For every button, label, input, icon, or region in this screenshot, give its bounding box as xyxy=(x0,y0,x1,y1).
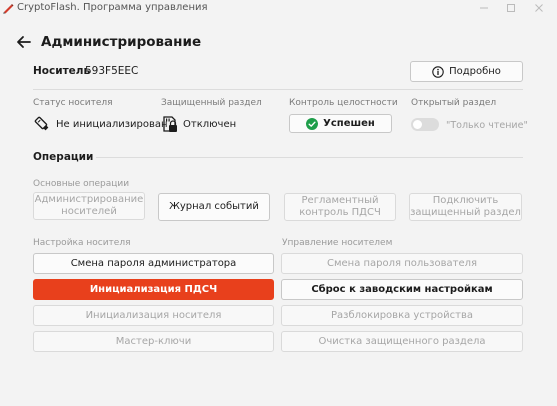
operations-title: Операции xyxy=(33,151,94,163)
connect-protected-partition-button[interactable]: Подключить защищенный раздел xyxy=(409,193,522,221)
sd-card-lock-icon xyxy=(163,116,177,132)
protected-partition-label: Защищенный раздел xyxy=(161,98,262,108)
maximize-icon[interactable] xyxy=(504,1,518,15)
integrity-check-button[interactable]: Успешен xyxy=(289,114,392,133)
unlock-device-button[interactable]: Разблокировка устройства xyxy=(281,305,523,326)
factory-reset-button[interactable]: Сброс к заводским настройкам xyxy=(281,279,523,300)
read-only-label: "Только чтение" xyxy=(446,120,528,131)
init-pdsch-button[interactable]: Инициализация ПДСЧ xyxy=(33,279,274,300)
back-arrow-icon[interactable] xyxy=(14,33,34,51)
open-partition-label: Открытый раздел xyxy=(411,98,497,108)
close-icon[interactable] xyxy=(532,1,546,15)
toggle-knob xyxy=(413,120,422,129)
change-user-password-button[interactable]: Смена пароля пользователя xyxy=(281,253,523,274)
basic-operations-label: Основные операции xyxy=(33,179,130,189)
carrier-status-label: Статус носителя xyxy=(33,98,113,108)
clear-protected-partition-button[interactable]: Очистка защищенного раздела xyxy=(281,331,523,352)
event-log-button[interactable]: Журнал событий xyxy=(158,193,270,221)
info-icon xyxy=(432,65,444,78)
master-keys-button[interactable]: Мастер-ключи xyxy=(33,331,274,352)
minimize-icon[interactable] xyxy=(477,1,491,15)
carrier-setup-label: Настройка носителя xyxy=(33,238,131,248)
regulation-control-button[interactable]: Регламентный контроль ПДСЧ xyxy=(284,193,396,221)
details-button-label: Подробно xyxy=(449,65,501,77)
title-bar: CryptoFlash. Программа управления xyxy=(0,0,557,17)
integrity-value: Успешен xyxy=(323,117,375,129)
window-title: CryptoFlash. Программа управления xyxy=(17,2,208,13)
usb-key-icon xyxy=(34,116,49,131)
app-pen-icon xyxy=(3,4,14,14)
carrier-management-label: Управление носителем xyxy=(282,238,393,248)
init-carrier-button[interactable]: Инициализация носителя xyxy=(33,305,274,326)
read-only-toggle[interactable] xyxy=(411,118,439,131)
divider xyxy=(33,89,523,90)
page-title: Администрирование xyxy=(41,34,202,50)
carrier-label: Носитель xyxy=(33,65,91,77)
admin-carriers-button[interactable]: Администрирование носителей xyxy=(33,192,145,220)
change-admin-password-button[interactable]: Смена пароля администратора xyxy=(33,253,274,274)
integrity-label: Контроль целостности xyxy=(289,98,398,108)
protected-partition-value: Отключен xyxy=(183,119,237,130)
carrier-status-value: Не инициализирован xyxy=(56,119,168,130)
check-circle-icon xyxy=(306,117,319,130)
carrier-id: 593F5EEC xyxy=(85,65,139,77)
details-button[interactable]: Подробно xyxy=(410,61,523,82)
operations-divider xyxy=(96,157,523,158)
